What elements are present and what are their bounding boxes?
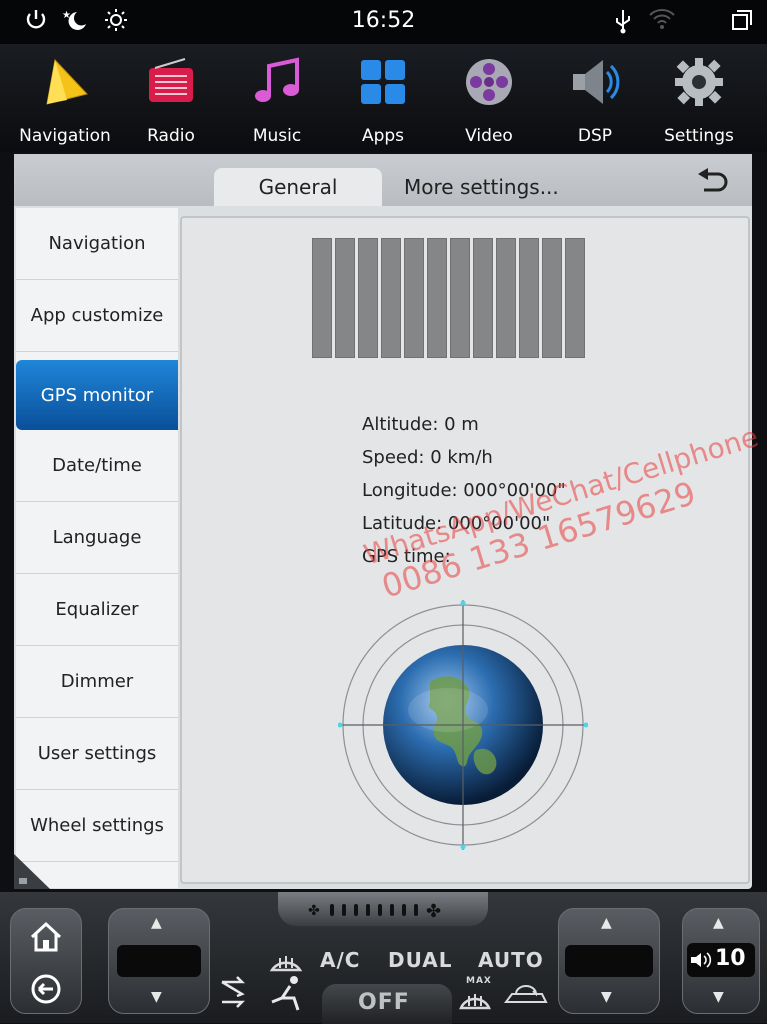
home-icon[interactable] (29, 921, 63, 953)
right-temp-down-button[interactable]: ▼ (601, 989, 612, 1005)
volume-down-button[interactable]: ▼ (713, 989, 724, 1005)
volume-level: 10 (715, 946, 746, 971)
left-temp-panel: ▲ ▼ (108, 908, 210, 1014)
back-arrow-icon[interactable] (29, 973, 63, 1005)
sidebar-item-language[interactable]: Language (16, 502, 178, 574)
sidebar-item-app-customize[interactable]: App customize (16, 280, 178, 352)
window-switch-icon[interactable] (728, 8, 756, 36)
left-temp-down-button[interactable]: ▼ (151, 989, 162, 1005)
right-temp-panel: ▲ ▼ (558, 908, 660, 1014)
status-bar: ★ 16:52 (0, 0, 767, 44)
signal-bar (519, 238, 539, 358)
max-defrost-icon[interactable] (458, 986, 492, 1010)
signal-bar (381, 238, 401, 358)
recirculation-icon[interactable] (502, 982, 550, 1008)
signal-bar (427, 238, 447, 358)
gear-icon (675, 58, 723, 106)
app-bar: Navigation Radio Music Apps Video DSP Se… (0, 44, 767, 152)
max-defrost-label: MAX (466, 976, 492, 986)
signal-bar (450, 238, 470, 358)
svg-text:✤: ✤ (426, 901, 441, 920)
tab-bar: General More settings... (14, 154, 752, 206)
app-navigation[interactable]: Navigation (12, 44, 118, 152)
home-back-panel (10, 908, 82, 1014)
app-video[interactable]: Video (436, 44, 542, 152)
signal-bar (358, 238, 378, 358)
signal-bar (335, 238, 355, 358)
sidebar-item-date-time[interactable]: Date/time (16, 430, 178, 502)
app-label: Music (252, 126, 302, 146)
video-icon (466, 59, 512, 105)
app-label: Apps (361, 126, 405, 146)
app-radio[interactable]: Radio (118, 44, 224, 152)
sidebar-item-user-settings[interactable]: User settings (16, 718, 178, 790)
app-apps[interactable]: Apps (330, 44, 436, 152)
tab-more-settings[interactable]: More settings... (404, 168, 564, 206)
app-label: Settings (664, 126, 734, 146)
app-settings[interactable]: Settings (646, 44, 752, 152)
signal-bar (404, 238, 424, 358)
app-label: DSP (577, 126, 613, 146)
left-temp-display (117, 945, 201, 977)
svg-text:✤: ✤ (308, 903, 320, 919)
back-icon[interactable] (696, 168, 730, 198)
ac-button[interactable]: A/C (320, 948, 360, 972)
sidebar-item-gps-monitor[interactable]: GPS monitor (16, 360, 178, 430)
fan-speed-bar[interactable]: ✤ ✤ (278, 892, 488, 926)
tab-general[interactable]: General (214, 168, 382, 206)
sidebar-item-dimmer[interactable]: Dimmer (16, 646, 178, 718)
right-temp-display (565, 945, 653, 977)
left-temp-up-button[interactable]: ▲ (151, 915, 162, 931)
settings-sidebar: Navigation App customize GPS monitor Dat… (16, 208, 178, 888)
volume-up-button[interactable]: ▲ (713, 915, 724, 931)
app-dsp[interactable]: DSP (542, 44, 648, 152)
app-label: Navigation (19, 126, 111, 146)
signal-bar (496, 238, 516, 358)
right-temp-up-button[interactable]: ▲ (601, 915, 612, 931)
speed-readout: Speed: 0 km/h (362, 447, 493, 468)
climate-off-button[interactable]: OFF (322, 984, 452, 1024)
panel-corner-icon (14, 854, 50, 889)
app-label: Radio (147, 126, 195, 146)
sidebar-item-navigation[interactable]: Navigation (16, 208, 178, 280)
radio-icon (149, 58, 193, 102)
auto-button[interactable]: AUTO (478, 948, 544, 972)
navigation-icon (46, 58, 88, 105)
air-direction-icon[interactable] (220, 974, 252, 1010)
signal-bar (312, 238, 332, 358)
volume-panel: ▲ 10 ▼ (682, 908, 760, 1014)
fan-level-icon: ✤ ✤ (308, 901, 441, 920)
speaker-icon (573, 60, 620, 104)
apps-icon (361, 60, 405, 104)
climate-bar: ▲ ▼ ✤ ✤ A/C DUAL AUTO OFF MAX ▲ ▼ ▲ 10 ▼ (0, 892, 767, 1024)
dual-button[interactable]: DUAL (388, 948, 452, 972)
altitude-readout: Altitude: 0 m (362, 414, 479, 435)
sidebar-item-equalizer[interactable]: Equalizer (16, 574, 178, 646)
music-icon (255, 57, 299, 102)
usb-icon (609, 8, 637, 36)
signal-bar (473, 238, 493, 358)
seat-airflow-icon[interactable] (268, 974, 308, 1012)
front-defrost-icon[interactable] (268, 950, 304, 974)
gps-radar (338, 600, 588, 850)
signal-bar (565, 238, 585, 358)
off-label: OFF (358, 990, 410, 1015)
volume-icon (691, 952, 712, 968)
volume-display: 10 (687, 943, 755, 977)
sidebar-item-wheel-settings[interactable]: Wheel settings (16, 790, 178, 862)
signal-bar (542, 238, 562, 358)
app-label: Video (465, 126, 513, 146)
app-music[interactable]: Music (224, 44, 330, 152)
wifi-icon (648, 8, 676, 36)
